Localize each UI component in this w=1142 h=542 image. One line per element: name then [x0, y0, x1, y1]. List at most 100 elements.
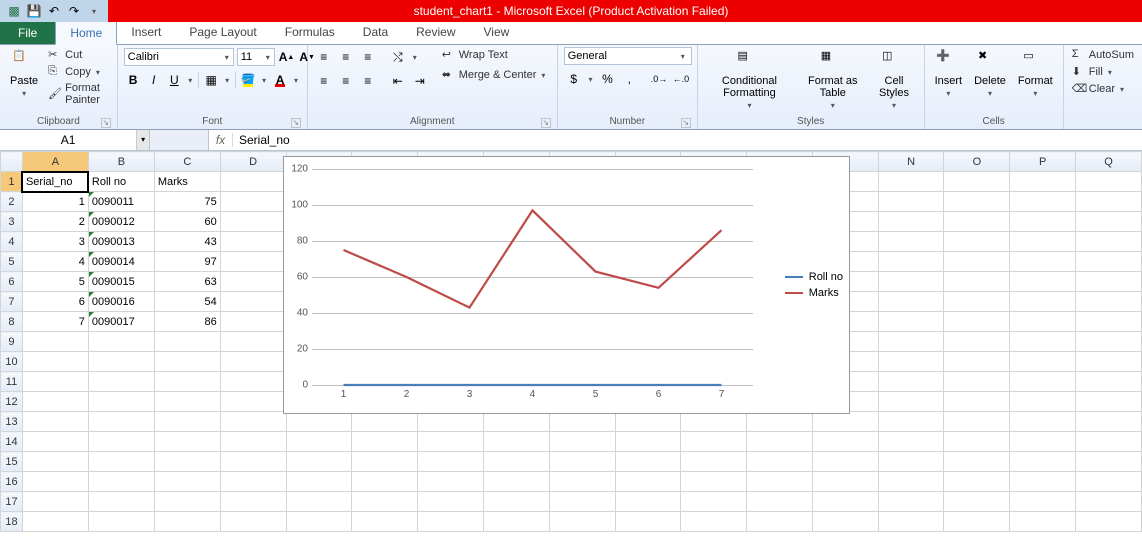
- cell[interactable]: [681, 452, 747, 472]
- formula-input[interactable]: [233, 133, 1142, 147]
- cell[interactable]: [220, 372, 286, 392]
- cell[interactable]: [418, 452, 484, 472]
- cell[interactable]: [220, 252, 286, 272]
- undo-icon[interactable]: ↶: [46, 3, 62, 19]
- cell[interactable]: [22, 392, 88, 412]
- col-head-N[interactable]: N: [878, 152, 944, 172]
- font-size-input[interactable]: [238, 51, 262, 63]
- cell[interactable]: [220, 232, 286, 252]
- tab-review[interactable]: Review: [402, 21, 469, 44]
- orientation-icon[interactable]: ⤭: [388, 47, 408, 67]
- cell[interactable]: [1010, 452, 1076, 472]
- cell[interactable]: [878, 192, 944, 212]
- cell[interactable]: 4: [22, 252, 88, 272]
- font-color-button[interactable]: A: [271, 70, 290, 90]
- cell[interactable]: [878, 272, 944, 292]
- cell[interactable]: [878, 352, 944, 372]
- comma-icon[interactable]: ,: [619, 69, 639, 89]
- cell[interactable]: [1076, 272, 1142, 292]
- format-painter-button[interactable]: 🖌Format Painter: [46, 81, 111, 107]
- cell[interactable]: [615, 512, 681, 532]
- cell[interactable]: [549, 452, 615, 472]
- cell[interactable]: [681, 512, 747, 532]
- row-head[interactable]: 1: [1, 172, 23, 192]
- fill-color-button[interactable]: 🪣: [239, 70, 258, 90]
- cell[interactable]: [1076, 432, 1142, 452]
- row-head[interactable]: 10: [1, 352, 23, 372]
- cell[interactable]: 54: [154, 292, 220, 312]
- cell[interactable]: [878, 472, 944, 492]
- cell[interactable]: [1076, 312, 1142, 332]
- cell[interactable]: [1076, 372, 1142, 392]
- cell[interactable]: [747, 412, 813, 432]
- cell[interactable]: [1010, 432, 1076, 452]
- cell[interactable]: 97: [154, 252, 220, 272]
- row-head[interactable]: 4: [1, 232, 23, 252]
- name-box-input[interactable]: [0, 130, 136, 150]
- cell[interactable]: [220, 312, 286, 332]
- cell[interactable]: [549, 412, 615, 432]
- cell[interactable]: [1076, 192, 1142, 212]
- cell[interactable]: [418, 512, 484, 532]
- format-cells-button[interactable]: ▭Format▾: [1014, 47, 1057, 100]
- tab-home[interactable]: Home: [55, 21, 117, 45]
- clear-button[interactable]: ⌫Clear▾: [1070, 81, 1126, 97]
- cell[interactable]: 63: [154, 272, 220, 292]
- copy-button[interactable]: ⎘Copy▾: [46, 64, 111, 80]
- chart[interactable]: 0204060801001201234567 Roll noMarks: [283, 156, 850, 414]
- cell[interactable]: [1076, 472, 1142, 492]
- cell[interactable]: [878, 312, 944, 332]
- cell[interactable]: [22, 512, 88, 532]
- row-head[interactable]: 12: [1, 392, 23, 412]
- decrease-decimal-icon[interactable]: ←.0: [671, 69, 691, 89]
- delete-cells-button[interactable]: ✖Delete▾: [970, 47, 1010, 100]
- cell[interactable]: [681, 492, 747, 512]
- percent-icon[interactable]: %: [598, 69, 618, 89]
- cell[interactable]: [1010, 272, 1076, 292]
- cell[interactable]: [747, 492, 813, 512]
- cell[interactable]: [22, 492, 88, 512]
- cell[interactable]: [418, 432, 484, 452]
- number-format-input[interactable]: [565, 50, 677, 62]
- cell[interactable]: 0090017: [88, 312, 154, 332]
- cell[interactable]: [154, 472, 220, 492]
- cell[interactable]: [88, 492, 154, 512]
- cell[interactable]: [154, 372, 220, 392]
- cell[interactable]: [1010, 312, 1076, 332]
- cell[interactable]: [22, 352, 88, 372]
- cell[interactable]: [944, 192, 1010, 212]
- cell[interactable]: [220, 332, 286, 352]
- merge-center-button[interactable]: ⬌Merge & Center▾: [440, 67, 548, 83]
- cell[interactable]: [88, 412, 154, 432]
- cell[interactable]: 5: [22, 272, 88, 292]
- cell[interactable]: [878, 332, 944, 352]
- cell[interactable]: [286, 492, 352, 512]
- cell[interactable]: [1010, 472, 1076, 492]
- cell[interactable]: [747, 512, 813, 532]
- cell[interactable]: [286, 452, 352, 472]
- cell[interactable]: [812, 472, 878, 492]
- cell[interactable]: [1010, 492, 1076, 512]
- cell[interactable]: [812, 432, 878, 452]
- cell[interactable]: [878, 172, 944, 192]
- fill-caret[interactable]: ▾: [259, 70, 268, 90]
- cell[interactable]: [352, 472, 418, 492]
- cell[interactable]: [154, 332, 220, 352]
- name-box[interactable]: ▾: [0, 130, 150, 150]
- cell[interactable]: [88, 372, 154, 392]
- cell[interactable]: [944, 392, 1010, 412]
- row-head[interactable]: 18: [1, 512, 23, 532]
- cell[interactable]: [88, 352, 154, 372]
- cell[interactable]: [352, 452, 418, 472]
- col-head-B[interactable]: B: [88, 152, 154, 172]
- cell[interactable]: [154, 492, 220, 512]
- cell[interactable]: [88, 472, 154, 492]
- cell[interactable]: [878, 372, 944, 392]
- currency-caret[interactable]: ▾: [586, 69, 596, 89]
- cell[interactable]: [154, 452, 220, 472]
- col-head-A[interactable]: A: [22, 152, 88, 172]
- border-button[interactable]: ▦: [202, 70, 221, 90]
- autosum-button[interactable]: ΣAutoSum: [1070, 47, 1136, 63]
- cell[interactable]: [615, 452, 681, 472]
- conditional-formatting-button[interactable]: ▤Conditional Formatting▾: [704, 47, 795, 112]
